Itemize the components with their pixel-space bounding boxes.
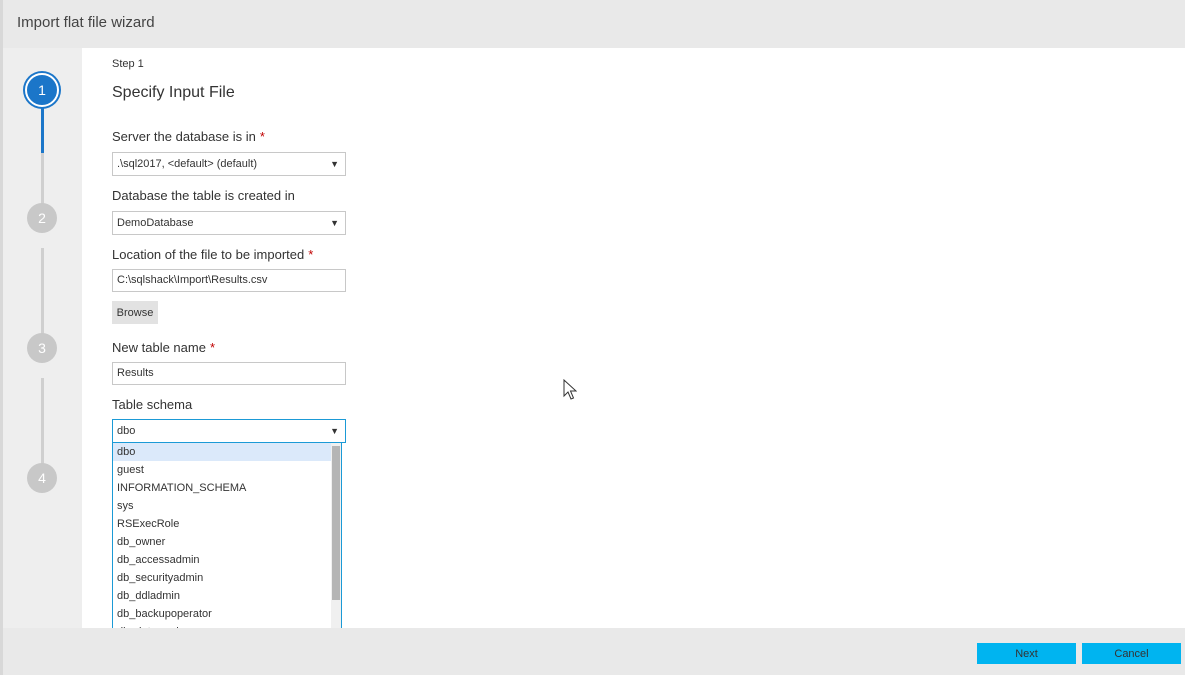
step-3-indicator[interactable]: 3 (27, 333, 57, 363)
file-location-label: Location of the file to be imported * (112, 247, 313, 262)
window-title: Import flat file wizard (17, 14, 155, 31)
table-name-label: New table name * (112, 340, 215, 355)
browse-button[interactable]: Browse (112, 301, 158, 324)
file-location-label-text: Location of the file to be imported (112, 247, 305, 262)
page-title: Specify Input File (112, 84, 235, 101)
mouse-pointer-icon (563, 379, 577, 400)
schema-option[interactable]: db_owner (113, 533, 331, 551)
schema-option[interactable]: db_securityadmin (113, 569, 331, 587)
chevron-down-icon: ▼ (330, 426, 339, 436)
database-label: Database the table is created in (112, 188, 295, 203)
chevron-down-icon: ▼ (330, 159, 339, 169)
schema-option[interactable]: db_accessadmin (113, 551, 331, 569)
table-name-label-text: New table name (112, 340, 206, 355)
database-select[interactable]: DemoDatabase ▼ (112, 211, 346, 235)
schema-option[interactable]: dbo (113, 443, 331, 461)
next-button[interactable]: Next (977, 643, 1076, 664)
cancel-button[interactable]: Cancel (1082, 643, 1181, 664)
required-marker: * (308, 247, 314, 262)
table-schema-label: Table schema (112, 397, 193, 412)
required-marker: * (209, 340, 216, 355)
file-location-input[interactable]: C:\sqlshack\Import\Results.csv (112, 269, 346, 292)
schema-option[interactable]: INFORMATION_SCHEMA (113, 479, 331, 497)
database-select-value: DemoDatabase (117, 217, 194, 229)
schema-option[interactable]: sys (113, 497, 331, 515)
required-marker: * (259, 129, 265, 144)
server-select-value: .\sql2017, <default> (default) (117, 158, 258, 170)
schema-option[interactable]: guest (113, 461, 331, 479)
step-connector-active (41, 105, 44, 153)
step-label: Step 1 (112, 58, 144, 70)
table-schema-select[interactable]: dbo ▼ (112, 419, 346, 443)
dropdown-scrollbar[interactable] (331, 443, 341, 641)
table-schema-dropdown[interactable]: dbo guest INFORMATION_SCHEMA sys RSExecR… (112, 443, 342, 642)
server-select[interactable]: .\sql2017, <default> (default) ▼ (112, 152, 346, 176)
schema-option[interactable]: db_ddladmin (113, 587, 331, 605)
schema-option[interactable]: db_backupoperator (113, 605, 331, 623)
table-name-input[interactable]: Results (112, 362, 346, 385)
step-2-indicator[interactable]: 2 (27, 203, 57, 233)
step-4-indicator[interactable]: 4 (27, 463, 57, 493)
dropdown-scrollbar-thumb[interactable] (332, 446, 340, 600)
schema-option[interactable]: RSExecRole (113, 515, 331, 533)
chevron-down-icon: ▼ (330, 218, 339, 228)
step-1-indicator[interactable]: 1 (25, 73, 59, 107)
server-label-text: Server the database is in (112, 129, 256, 144)
server-label: Server the database is in * (112, 129, 265, 144)
wizard-stepper: 1 2 3 4 (3, 48, 82, 628)
table-schema-select-value: dbo (117, 425, 136, 437)
title-bar: Import flat file wizard (3, 0, 1185, 48)
wizard-footer: Next Cancel (3, 628, 1185, 675)
